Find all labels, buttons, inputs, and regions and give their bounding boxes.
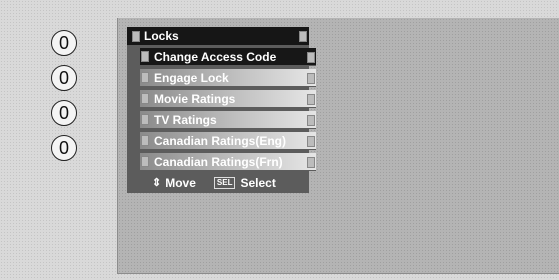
move-arrows-icon: ⇕	[152, 177, 162, 189]
move-hint-label: Move	[165, 175, 196, 190]
menu-item-tv-ratings[interactable]: TV Ratings	[140, 111, 316, 129]
menu-item-movie-ratings[interactable]: Movie Ratings	[140, 90, 316, 108]
menu-footer-hints: ⇕ Move SEL Select	[140, 174, 316, 191]
marker-icon	[141, 114, 149, 125]
menu-item-canadian-ratings-frn[interactable]: Canadian Ratings(Frn)	[140, 153, 316, 171]
select-hint-label: Select	[240, 175, 276, 190]
menu-title: Locks	[144, 29, 179, 43]
menu-item-label: Change Access Code	[154, 49, 277, 64]
sel-key-icon: SEL	[213, 176, 236, 189]
pin-digit-1[interactable]: 0	[51, 30, 77, 56]
marker-icon	[307, 136, 315, 147]
menu-item-label: Canadian Ratings(Eng)	[154, 133, 287, 148]
menu-title-bar: Locks	[127, 27, 309, 45]
marker-icon	[307, 94, 315, 105]
menu-item-label: TV Ratings	[154, 112, 217, 127]
marker-icon	[141, 72, 149, 83]
marker-icon	[307, 73, 315, 84]
marker-icon	[299, 31, 307, 42]
menu-item-label: Movie Ratings	[154, 91, 236, 106]
pin-digit-4[interactable]: 0	[51, 135, 77, 161]
marker-icon	[132, 30, 140, 42]
menu-item-engage-lock[interactable]: Engage Lock	[140, 69, 316, 87]
menu-item-label: Canadian Ratings(Frn)	[154, 154, 283, 169]
marker-icon	[141, 93, 149, 104]
pin-digit-2[interactable]: 0	[51, 65, 77, 91]
marker-icon	[141, 135, 149, 146]
menu-item-change-access-code[interactable]: Change Access Code	[140, 48, 316, 66]
menu-item-label: Engage Lock	[154, 70, 229, 85]
marker-icon	[307, 52, 315, 63]
marker-icon	[307, 115, 315, 126]
marker-icon	[141, 51, 149, 62]
marker-icon	[141, 156, 149, 167]
marker-icon	[307, 157, 315, 168]
pin-digit-3[interactable]: 0	[51, 100, 77, 126]
menu-item-canadian-ratings-eng[interactable]: Canadian Ratings(Eng)	[140, 132, 316, 150]
